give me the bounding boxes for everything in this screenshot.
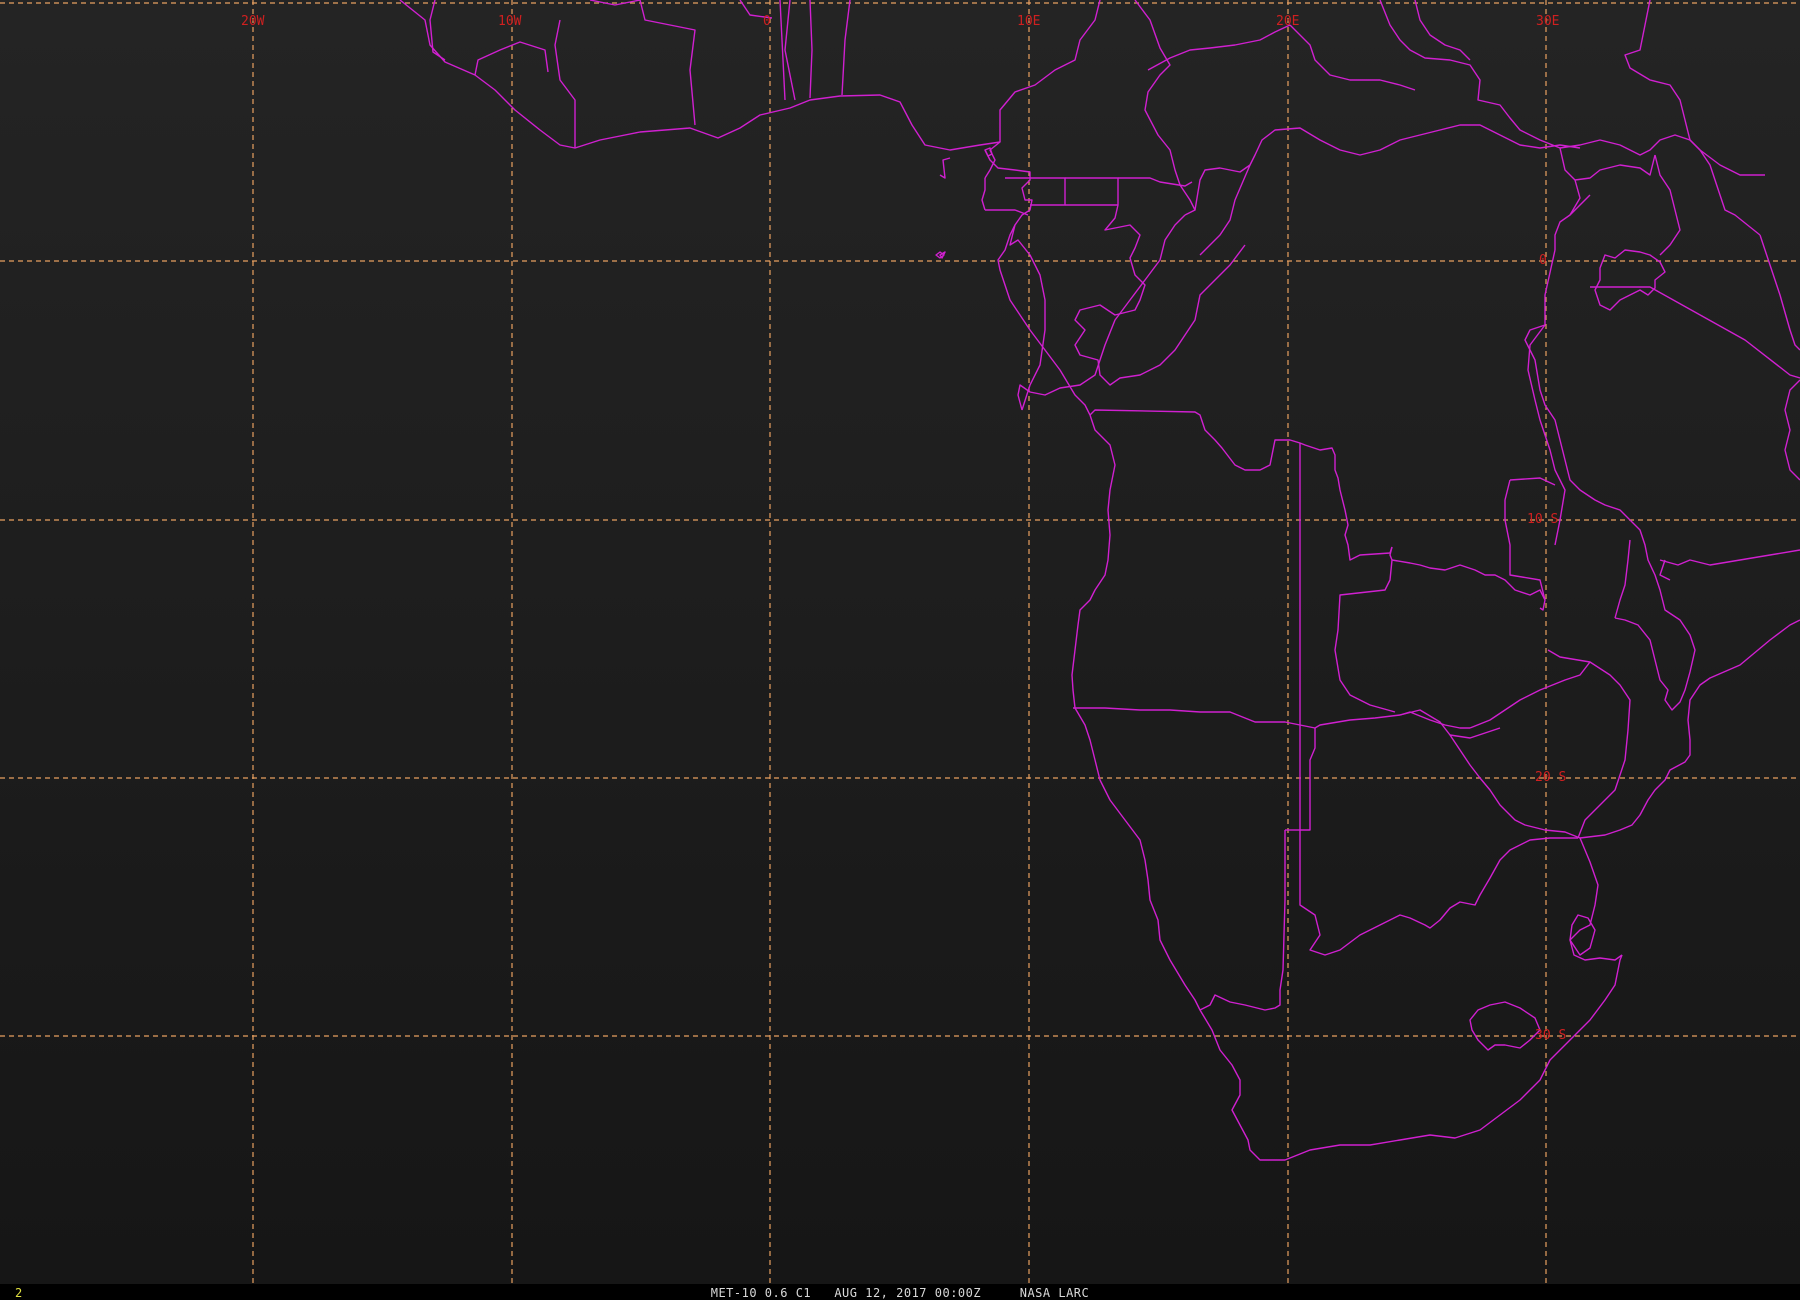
lon-label-10e: 10E [1017,14,1040,29]
lon-label-0: 0 [763,14,771,29]
lon-label-20e: 20E [1276,14,1299,29]
lat-label-10s: 10 S [1527,512,1558,527]
lon-label-20w: 20W [241,14,265,29]
image-caption: MET-10 0.6 C1 AUG 12, 2017 00:00Z NASA L… [710,1286,1090,1300]
lon-label-30e: 30E [1536,14,1559,29]
lat-label-0: 0 [1539,253,1547,268]
lon-label-10w: 10W [498,14,522,29]
map-background [0,0,1800,1284]
satellite-map: 20W 10W 0 10E 20E 30E 0 10 S 20 S 30 S [0,0,1800,1284]
lat-label-20s: 20 S [1535,770,1566,785]
lat-label-30s: 30 S [1535,1028,1566,1043]
